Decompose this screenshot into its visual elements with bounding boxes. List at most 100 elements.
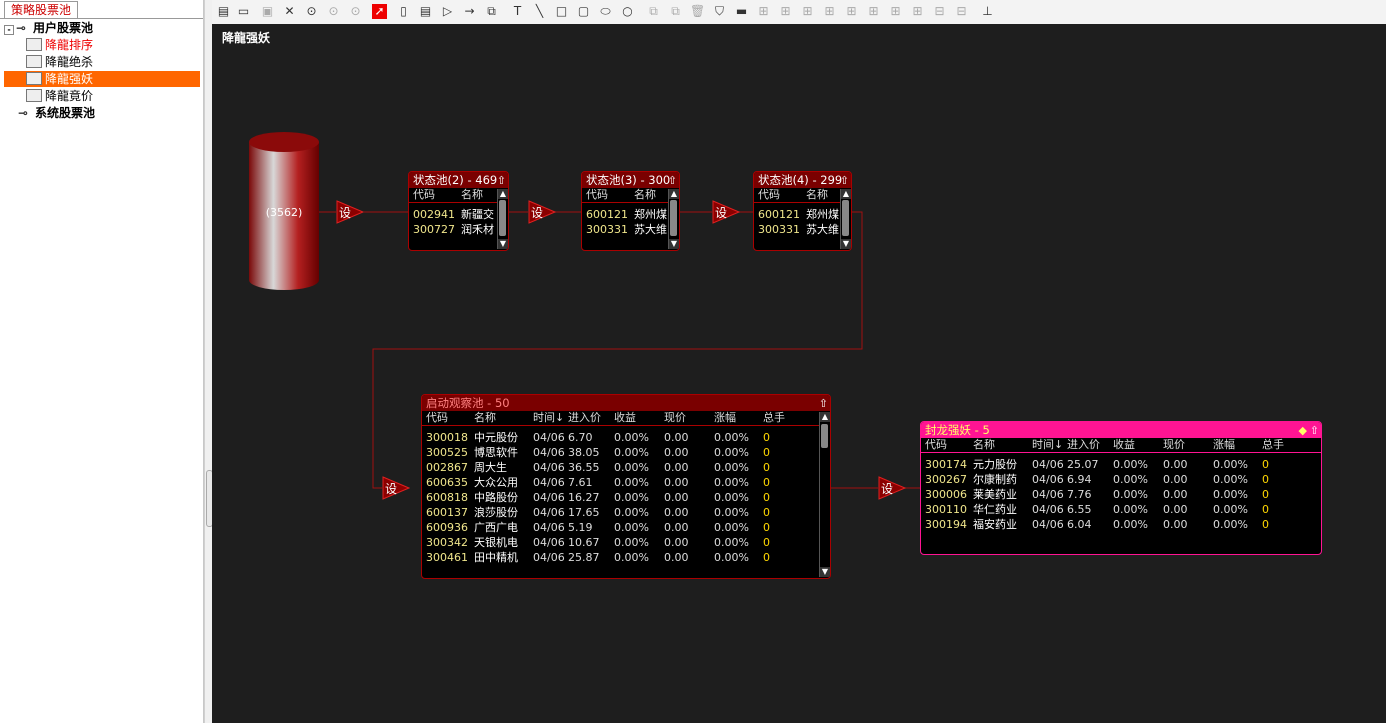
final-pool[interactable]: 封龙强妖 - 5 ◆ ⇧ 代码 名称 时间↓ 进入价 收益 现价 涨幅 总手 300… — [920, 421, 1322, 555]
pool-scrollbar[interactable]: ▲ ▼ — [819, 412, 830, 577]
pause-icon[interactable]: ⊙ — [326, 4, 341, 19]
col-code[interactable]: 代码 — [426, 411, 448, 425]
align-top-icon[interactable]: ⊞ — [822, 4, 837, 19]
triangle-icon[interactable]: ▷ — [440, 4, 455, 19]
collapse-up-icon[interactable]: ⇧ — [840, 173, 849, 189]
collapse-up-icon[interactable]: ⇧ — [668, 173, 677, 189]
table-row[interactable]: 300267 尔康制药 04/06 6.94 0.00% 0.00 0.00% 0 — [921, 472, 1321, 487]
set-button-1[interactable]: 设 — [336, 200, 364, 224]
grid-icon[interactable]: ⊥ — [980, 4, 995, 19]
tree-item-sort[interactable]: 降龍排序 — [26, 37, 93, 53]
table-row[interactable]: 300006 莱美药业 04/06 7.76 0.00% 0.00 0.00% 0 — [921, 487, 1321, 502]
table-row[interactable]: 300194 福安药业 04/06 6.04 0.00% 0.00 0.00% 0 — [921, 517, 1321, 532]
table-row[interactable]: 600121 郑州煤 — [582, 207, 679, 222]
table-row[interactable]: 002941 新疆交 — [409, 207, 508, 222]
tree-item-kill[interactable]: 降龍绝杀 — [26, 54, 93, 70]
pool-scrollbar[interactable]: ▲ ▼ — [840, 189, 851, 249]
collapse-up-icon[interactable]: ⇧ — [497, 173, 506, 189]
rect-icon[interactable]: □ — [554, 4, 569, 19]
collapse-up-icon[interactable]: ⇧ — [1310, 423, 1319, 439]
open-icon[interactable]: ▭ — [236, 4, 251, 19]
set-button-5[interactable]: 设 — [878, 476, 906, 500]
col-price[interactable]: 现价 — [664, 411, 686, 425]
table-row[interactable]: 300331 苏大维 — [582, 222, 679, 237]
scroll-thumb[interactable] — [842, 200, 849, 236]
collapse-icon[interactable]: - — [4, 25, 14, 35]
col-entry-price[interactable]: 进入价 — [568, 411, 601, 425]
space-vertical-icon[interactable]: ⊟ — [954, 4, 969, 19]
set-button-2[interactable]: 设 — [528, 200, 556, 224]
delete-icon[interactable]: 🗑 — [690, 4, 705, 19]
col-return[interactable]: 收益 — [1113, 438, 1135, 452]
set-button-3[interactable]: 设 — [712, 200, 740, 224]
copy-icon[interactable]: ⧉ — [646, 4, 661, 19]
col-change[interactable]: 涨幅 — [714, 411, 736, 425]
new-icon[interactable]: ▤ — [216, 4, 231, 19]
scroll-up-icon[interactable]: ▲ — [820, 412, 830, 422]
tab-strategy-pool[interactable]: 策略股票池 — [4, 1, 79, 18]
scroll-up-icon[interactable]: ▲ — [841, 189, 851, 199]
align-middle-icon[interactable]: ⊞ — [844, 4, 859, 19]
col-name[interactable]: 名称 — [973, 438, 995, 452]
align-left-icon[interactable]: ⊞ — [756, 4, 771, 19]
set-button-4[interactable]: 设 — [382, 476, 410, 500]
table-row[interactable]: 300342 天银机电 04/06 10.67 0.00% 0.00 0.00% 0 — [422, 535, 830, 550]
scroll-down-icon[interactable]: ▼ — [498, 239, 508, 249]
round-rect-icon[interactable]: ▢ — [576, 4, 591, 19]
tree-group-user-pool[interactable]: - ⊸ 用户股票池 — [4, 20, 93, 36]
col-code[interactable]: 代码 — [925, 438, 947, 452]
scroll-up-icon[interactable]: ▲ — [669, 189, 679, 199]
table-row[interactable]: 300727 润禾材 — [409, 222, 508, 237]
scroll-up-icon[interactable]: ▲ — [498, 189, 508, 199]
col-time[interactable]: 时间↓ — [1032, 438, 1063, 452]
table-icon[interactable]: ▤ — [418, 4, 433, 19]
line-weight-icon[interactable]: ▬ — [734, 4, 749, 19]
text-icon[interactable]: T — [510, 4, 525, 19]
line-icon[interactable]: ╲ — [532, 4, 547, 19]
circle-icon[interactable]: ○ — [620, 4, 635, 19]
arrow-icon[interactable]: → — [462, 4, 477, 19]
col-volume[interactable]: 总手 — [763, 411, 785, 425]
col-entry-price[interactable]: 进入价 — [1067, 438, 1100, 452]
col-volume[interactable]: 总手 — [1262, 438, 1284, 452]
table-row[interactable]: 600818 中路股份 04/06 16.27 0.00% 0.00 0.00% 0 — [422, 490, 830, 505]
col-time[interactable]: 时间↓ — [533, 411, 564, 425]
state-pool-4[interactable]: 状态池(4) - 299 ⇧ 代码 名称 600121 郑州煤 300331 苏大维 ▲… — [753, 171, 852, 251]
table-row[interactable]: 600137 浪莎股份 04/06 17.65 0.00% 0.00 0.00% 0 — [422, 505, 830, 520]
col-name[interactable]: 名称 — [474, 411, 496, 425]
table-row[interactable]: 300331 苏大维 — [754, 222, 851, 237]
align-right-icon[interactable]: ⊞ — [800, 4, 815, 19]
table-row[interactable]: 600121 郑州煤 — [754, 207, 851, 222]
watch-pool[interactable]: 启动观察池 - 50 ⇧ 代码 名称 时间↓ 进入价 收益 现价 涨幅 总手 30… — [421, 394, 831, 579]
table-row[interactable]: 600936 广西广电 04/06 5.19 0.00% 0.00 0.00% 0 — [422, 520, 830, 535]
table-row[interactable]: 300461 田中精机 04/06 25.87 0.00% 0.00 0.00% 0 — [422, 550, 830, 565]
scroll-down-icon[interactable]: ▼ — [669, 239, 679, 249]
paste-icon[interactable]: ⧉ — [668, 4, 683, 19]
scroll-thumb[interactable] — [821, 424, 828, 448]
fill-icon[interactable]: ⛉ — [712, 4, 727, 19]
diamond-icon[interactable]: ◆ — [1299, 423, 1307, 439]
same-height-icon[interactable]: ⊞ — [910, 4, 925, 19]
tree-item-auction[interactable]: 降龍竟价 — [26, 88, 93, 104]
close-icon[interactable]: ✕ — [282, 4, 297, 19]
space-horizontal-icon[interactable]: ⊟ — [932, 4, 947, 19]
play-icon[interactable]: ⊙ — [304, 4, 319, 19]
pointer-icon[interactable]: ➚ — [372, 4, 387, 19]
align-center-icon[interactable]: ⊞ — [778, 4, 793, 19]
scroll-thumb[interactable] — [499, 200, 506, 236]
source-pool-cylinder[interactable]: (3562) — [249, 132, 319, 290]
align-bottom-icon[interactable]: ⊞ — [866, 4, 881, 19]
table-row[interactable]: 300174 元力股份 04/06 25.07 0.00% 0.00 0.00% 0 — [921, 457, 1321, 472]
state-pool-2[interactable]: 状态池(2) - 469 ⇧ 代码 名称 002941 新疆交 300727 润禾材 ▲… — [408, 171, 509, 251]
save-icon[interactable]: ▣ — [260, 4, 275, 19]
table-row[interactable]: 300110 华仁药业 04/06 6.55 0.00% 0.00 0.00% 0 — [921, 502, 1321, 517]
flow-canvas[interactable]: 降龍强妖 (3562) 设 设 设 设 设 状态池(2) - 469 ⇧ 代码 … — [212, 24, 1386, 723]
col-change[interactable]: 涨幅 — [1213, 438, 1235, 452]
table-row[interactable]: 300018 中元股份 04/06 6.70 0.00% 0.00 0.00% 0 — [422, 430, 830, 445]
cylinder-icon[interactable]: ▯ — [396, 4, 411, 19]
tree-group-system-pool[interactable]: ⊸ 系统股票池 — [18, 105, 95, 121]
ellipse-icon[interactable]: ⬭ — [598, 4, 613, 19]
col-price[interactable]: 现价 — [1163, 438, 1185, 452]
scroll-down-icon[interactable]: ▼ — [820, 567, 830, 577]
stop-icon[interactable]: ⊙ — [348, 4, 363, 19]
